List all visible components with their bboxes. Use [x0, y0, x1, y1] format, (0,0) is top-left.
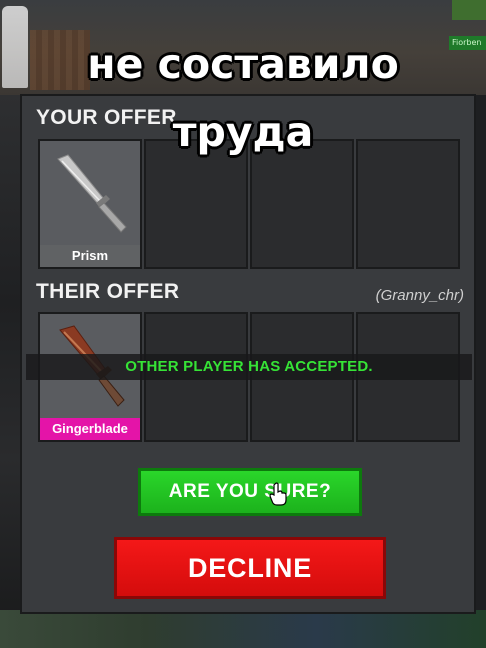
knife-icon: [57, 154, 127, 233]
your-offer-slot-1[interactable]: Prism: [38, 139, 142, 269]
trade-partner-name: (Granny_chr): [375, 287, 464, 304]
your-offer-slot-2[interactable]: [144, 139, 248, 269]
caption-line-2: труда: [172, 108, 314, 156]
trade-panel: YOUR OFFER Prism THEIR OFFER (Granny_chr…: [20, 94, 476, 614]
background-left-edge: [0, 95, 22, 615]
background-sign: [452, 0, 486, 20]
decline-trade-button[interactable]: DECLINE: [114, 537, 386, 599]
confirm-trade-button[interactable]: ARE YOU SURE?: [138, 468, 362, 516]
trade-status-banner: OTHER PLAYER HAS ACCEPTED.: [26, 354, 472, 380]
item-name-label: Gingerblade: [40, 418, 140, 440]
their-offer-label: THEIR OFFER: [36, 280, 180, 303]
item-name-label: Prism: [40, 245, 140, 267]
hand-cursor-icon: [269, 482, 287, 506]
background-floor: [0, 610, 486, 648]
caption-line-1: не составило: [87, 40, 399, 88]
your-offer-slot-4[interactable]: [356, 139, 460, 269]
your-offer-slot-3[interactable]: [250, 139, 354, 269]
